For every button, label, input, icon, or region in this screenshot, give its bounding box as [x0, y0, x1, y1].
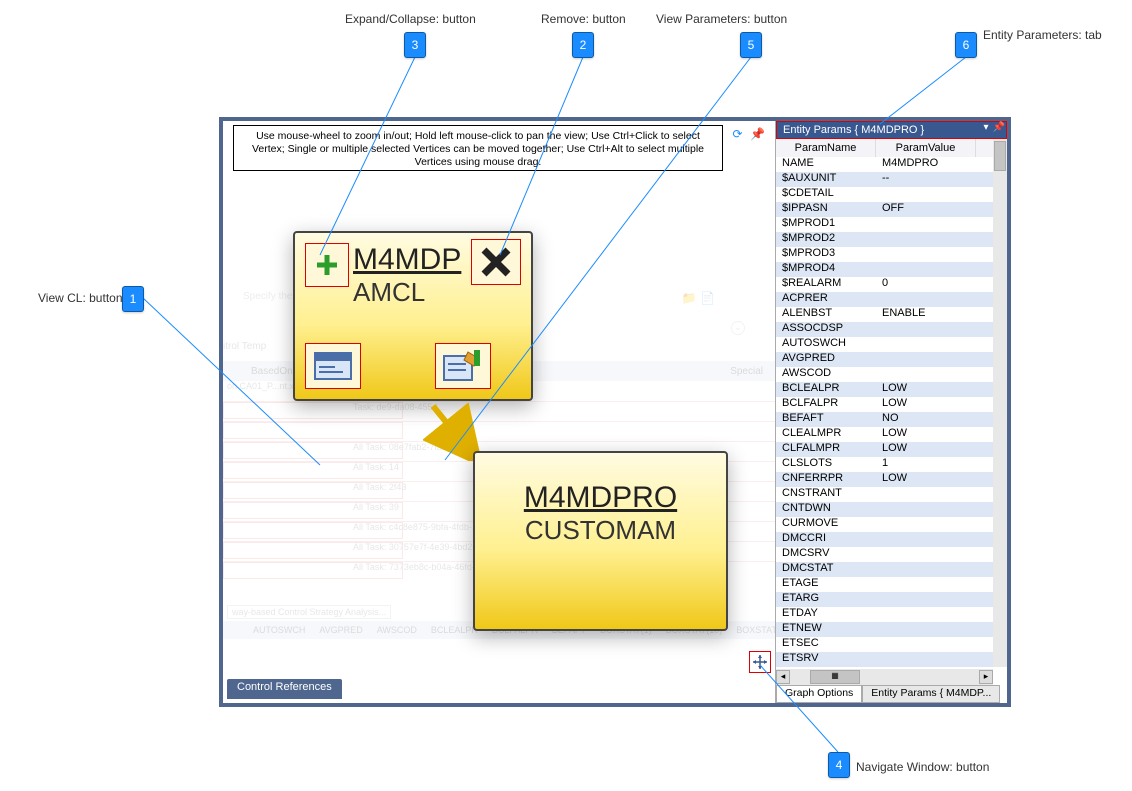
param-table-body: NAMEM4MDPRO$AUXUNIT--$CDETAIL$IPPASNOFF$… [776, 157, 993, 667]
param-row[interactable]: $MPROD4 [776, 262, 993, 277]
param-row[interactable]: AVGPRED [776, 352, 993, 367]
param-row[interactable]: ETARG [776, 592, 993, 607]
param-row[interactable]: CNSTRANT [776, 487, 993, 502]
param-row[interactable]: CLEALMPRLOW [776, 427, 993, 442]
param-row[interactable]: ETAGE [776, 577, 993, 592]
param-row[interactable]: $MPROD3 [776, 247, 993, 262]
refresh-icon[interactable]: ⟳ [730, 127, 745, 142]
param-row[interactable]: ACPRER [776, 292, 993, 307]
entity-params-tab[interactable]: Entity Params { M4MDPRO } ▾ 📌 [776, 121, 1007, 139]
graph-node-m4mdpro[interactable]: M4MDPRO CUSTOMAM [473, 451, 728, 631]
tab-graph-options[interactable]: Graph Options [776, 685, 862, 703]
param-row[interactable]: CURMOVE [776, 517, 993, 532]
param-row[interactable]: $MPROD2 [776, 232, 993, 247]
entity-params-panel: Entity Params { M4MDPRO } ▾ 📌 ParamName … [775, 121, 1007, 703]
param-row[interactable]: $REALARM0 [776, 277, 993, 292]
callout-bubble-5: 5 [740, 32, 762, 58]
graph-node-m4mdp[interactable]: M4MDP AMCL [293, 231, 533, 401]
expand-collapse-button[interactable] [305, 243, 349, 287]
view-parameters-button[interactable] [435, 343, 491, 389]
panel-pin-icon[interactable]: 📌 [993, 122, 1005, 133]
param-row[interactable]: CLFALMPRLOW [776, 442, 993, 457]
param-row[interactable]: ETDAY [776, 607, 993, 622]
callout-bubble-6: 6 [955, 32, 977, 58]
callout-bubble-2: 2 [572, 32, 594, 58]
param-row[interactable]: CNFERRPRLOW [776, 472, 993, 487]
col-paramvalue[interactable]: ParamValue [876, 139, 976, 157]
callout-label-6: Entity Parameters: tab [983, 28, 1102, 42]
param-row[interactable]: DMCSRV [776, 547, 993, 562]
param-row[interactable]: NAMEM4MDPRO [776, 157, 993, 172]
col-paramname[interactable]: ParamName [776, 139, 876, 157]
param-row[interactable]: DMCCRI [776, 532, 993, 547]
param-row[interactable]: BCLEALPRLOW [776, 382, 993, 397]
param-row[interactable]: ETSRV [776, 652, 993, 667]
param-row[interactable]: CNTDWN [776, 502, 993, 517]
callout-bubble-4: 4 [828, 752, 850, 778]
param-row[interactable]: DMCSTAT [776, 562, 993, 577]
param-row[interactable]: AUTOSWCH [776, 337, 993, 352]
pin-icon[interactable]: 📌 [750, 127, 765, 142]
tab-entity-params[interactable]: Entity Params { M4MDP... [862, 685, 1000, 703]
app-window: Use mouse-wheel to zoom in/out; Hold lef… [219, 117, 1011, 707]
bottom-tab-control-references[interactable]: Control References [227, 679, 342, 699]
vertical-scrollbar[interactable] [993, 139, 1007, 667]
param-row[interactable]: CLSLOTS1 [776, 457, 993, 472]
remove-button[interactable] [471, 239, 521, 285]
param-table-header: ParamName ParamValue [776, 139, 1007, 158]
callout-bubble-3: 3 [404, 32, 426, 58]
param-row[interactable]: $IPPASNOFF [776, 202, 993, 217]
param-row[interactable]: BEFAFTNO [776, 412, 993, 427]
node2-subtitle: CUSTOMAM [475, 515, 726, 546]
param-row[interactable]: $CDETAIL [776, 187, 993, 202]
param-row[interactable]: ALENBSTENABLE [776, 307, 993, 322]
callout-label-2: Remove: button [541, 12, 626, 26]
graph-canvas[interactable]: Use mouse-wheel to zoom in/out; Hold lef… [223, 121, 775, 703]
param-row[interactable]: BCLFALPRLOW [776, 397, 993, 412]
callout-bubble-1: 1 [122, 286, 144, 312]
callout-label-3: Expand/Collapse: button [345, 12, 476, 26]
horizontal-scrollbar[interactable]: ◂▦▸ [776, 669, 993, 685]
view-cl-button[interactable] [305, 343, 361, 389]
param-row[interactable]: ETSEC [776, 637, 993, 652]
param-row[interactable]: ASSOCDSP [776, 322, 993, 337]
param-row[interactable]: ETNEW [776, 622, 993, 637]
navigate-window-button[interactable] [749, 651, 771, 673]
panel-menu-icon[interactable]: ▾ [984, 122, 989, 133]
callout-label-4: Navigate Window: button [856, 760, 989, 774]
node2-title: M4MDPRO [475, 481, 726, 515]
callout-label-5: View Parameters: button [656, 12, 787, 26]
callout-label-1: View CL: button [38, 291, 123, 305]
param-row[interactable]: $MPROD1 [776, 217, 993, 232]
param-row[interactable]: $AUXUNIT-- [776, 172, 993, 187]
hint-text: Use mouse-wheel to zoom in/out; Hold lef… [233, 125, 723, 171]
param-row[interactable]: AWSCOD [776, 367, 993, 382]
